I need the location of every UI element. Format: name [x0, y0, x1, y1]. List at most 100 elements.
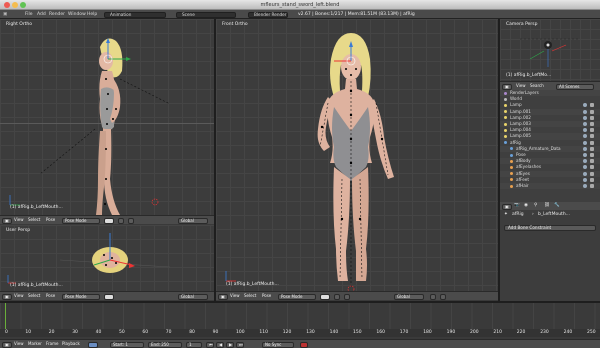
menu-view[interactable]: View	[12, 341, 26, 348]
play-button[interactable]: ▶	[226, 341, 234, 348]
menu-marker[interactable]: Marker	[26, 341, 44, 348]
visibility-eye-icon[interactable]	[583, 177, 587, 182]
visibility-eye-icon[interactable]	[583, 134, 587, 139]
timeline[interactable]: 0 10 20 30 40 50 60 70 80 90 100 110 120 130 140 150 160…	[0, 303, 600, 339]
render-camera-icon[interactable]	[590, 109, 594, 114]
render-camera-icon[interactable]	[590, 122, 594, 126]
screen-layout-selector[interactable]: Animation	[104, 11, 166, 18]
menu-add[interactable]: Add	[37, 12, 46, 17]
play-reverse-button[interactable]: ◀	[216, 341, 224, 348]
editor-type-button[interactable]: ▣	[502, 83, 512, 90]
menu-pose[interactable]: Pose	[44, 293, 57, 300]
editor-type-button[interactable]: ▣	[502, 203, 512, 210]
render-engine-selector[interactable]: Blender Render	[248, 11, 288, 18]
orientation-selector[interactable]: Global	[178, 217, 208, 224]
visibility-eye-icon[interactable]	[583, 103, 587, 108]
scene-selector[interactable]: Scene	[176, 11, 236, 18]
render-camera-icon[interactable]	[590, 177, 594, 182]
shading-button[interactable]	[104, 293, 114, 300]
add-bone-constraint-button[interactable]: Add Bone Constraint	[504, 225, 596, 231]
visibility-eye-icon[interactable]	[583, 122, 587, 126]
menu-view[interactable]: View	[228, 293, 242, 300]
pivot-button[interactable]	[118, 217, 124, 224]
mode-selector[interactable]: Pose Mode	[62, 293, 100, 300]
manipulator-toggle[interactable]	[128, 217, 134, 224]
viewport-user-persp[interactable]: User Persp (1) afRig.b_LeftMouth...	[0, 225, 214, 291]
viewport-right-ortho[interactable]: Right Ortho (1) afRig.b_LeftMouth...	[0, 19, 214, 215]
record-button[interactable]	[300, 341, 308, 348]
render-tab-icon[interactable]: 📷	[514, 203, 520, 209]
menu-file[interactable]: File	[25, 12, 33, 17]
menu-view[interactable]: View	[514, 83, 528, 90]
timeline-tick-label: 10	[25, 330, 32, 335]
editor-type-button[interactable]: ▣	[218, 293, 228, 300]
menu-search[interactable]: Search	[528, 83, 546, 90]
start-frame-field[interactable]: Start: 1	[110, 341, 144, 348]
menu-window[interactable]: Window	[68, 12, 86, 17]
render-camera-icon[interactable]	[590, 153, 594, 157]
visibility-eye-icon[interactable]	[583, 146, 587, 151]
editor-type-icon[interactable]: ▣	[3, 12, 7, 17]
layer-button[interactable]	[440, 293, 446, 300]
jump-start-button[interactable]: ⏮	[206, 341, 214, 348]
menu-pose[interactable]: Pose	[44, 217, 57, 224]
menu-select[interactable]: Select	[242, 293, 258, 300]
visibility-eye-icon[interactable]	[583, 115, 587, 120]
visibility-eye-icon[interactable]	[583, 165, 587, 170]
sync-mode-selector[interactable]: No Sync	[262, 341, 294, 348]
current-frame-field[interactable]: 1	[186, 341, 202, 348]
menu-view[interactable]: View	[12, 217, 26, 224]
visibility-eye-icon[interactable]	[583, 140, 587, 145]
render-camera-icon[interactable]	[590, 159, 594, 164]
shading-button[interactable]	[104, 217, 114, 224]
object-tab-icon[interactable]: ◉	[524, 203, 528, 209]
visibility-eye-icon[interactable]	[583, 171, 587, 176]
menu-pose[interactable]: Pose	[260, 293, 273, 300]
mode-selector[interactable]: Pose Mode	[62, 217, 100, 224]
mode-selector[interactable]: Pose Mode	[278, 293, 316, 300]
orientation-selector[interactable]: Global	[178, 293, 208, 300]
render-camera-icon[interactable]	[590, 146, 594, 151]
visibility-eye-icon[interactable]	[583, 153, 587, 157]
menu-render[interactable]: Render	[49, 12, 65, 17]
render-camera-icon[interactable]	[590, 184, 594, 188]
current-frame-marker[interactable]	[5, 303, 6, 329]
render-camera-icon[interactable]	[590, 134, 594, 139]
manipulator-toggle[interactable]	[344, 293, 350, 300]
render-camera-icon[interactable]	[590, 171, 594, 176]
visibility-eye-icon[interactable]	[583, 184, 587, 188]
pivot-button[interactable]	[334, 293, 340, 300]
menu-frame[interactable]: Frame	[44, 341, 60, 348]
range-toggle[interactable]	[88, 341, 98, 348]
render-camera-icon[interactable]	[590, 128, 594, 133]
editor-type-button[interactable]: ▣	[2, 217, 12, 224]
menu-select[interactable]: Select	[26, 217, 42, 224]
viewport-front-ortho[interactable]: Front Ortho (1) afRig.b_LeftMouth...	[216, 19, 498, 291]
outliner-display-selector[interactable]: All Scenes	[556, 83, 594, 90]
render-camera-icon[interactable]	[590, 115, 594, 120]
end-frame-field[interactable]: End: 250	[148, 341, 182, 348]
editor-type-button[interactable]: ▣	[2, 341, 12, 348]
visibility-eye-icon[interactable]	[583, 109, 587, 114]
render-camera-icon[interactable]	[590, 140, 594, 145]
editor-type-button[interactable]: ▣	[2, 293, 12, 300]
visibility-eye-icon[interactable]	[583, 128, 587, 133]
timeline-tick-label: 50	[119, 330, 125, 335]
bone-tab-icon[interactable]: ⚲	[534, 203, 537, 209]
layer-button[interactable]	[430, 293, 436, 300]
menu-help[interactable]: Help	[87, 12, 97, 17]
visibility-eye-icon[interactable]	[583, 159, 587, 164]
menu-select[interactable]: Select	[26, 293, 42, 300]
render-camera-icon[interactable]	[590, 165, 594, 170]
constraint-tab-icon[interactable]: ⛓	[544, 203, 550, 209]
outliner-row[interactable]: afHair	[500, 183, 600, 190]
jump-end-button[interactable]: ⏭	[236, 341, 244, 348]
viewport-camera-persp[interactable]: Camera Persp (1) afRig.b_LeftMo...	[500, 19, 600, 81]
modifier-tab-icon[interactable]: 🔧	[554, 203, 560, 209]
shading-button[interactable]	[320, 293, 330, 300]
menu-view[interactable]: View	[12, 293, 26, 300]
render-camera-icon[interactable]	[590, 103, 594, 108]
orientation-selector[interactable]: Global	[394, 293, 424, 300]
viewport-header-user: ▣ View Select Pose Pose Mode Global	[0, 291, 214, 300]
menu-playback[interactable]: Playback	[60, 341, 82, 348]
